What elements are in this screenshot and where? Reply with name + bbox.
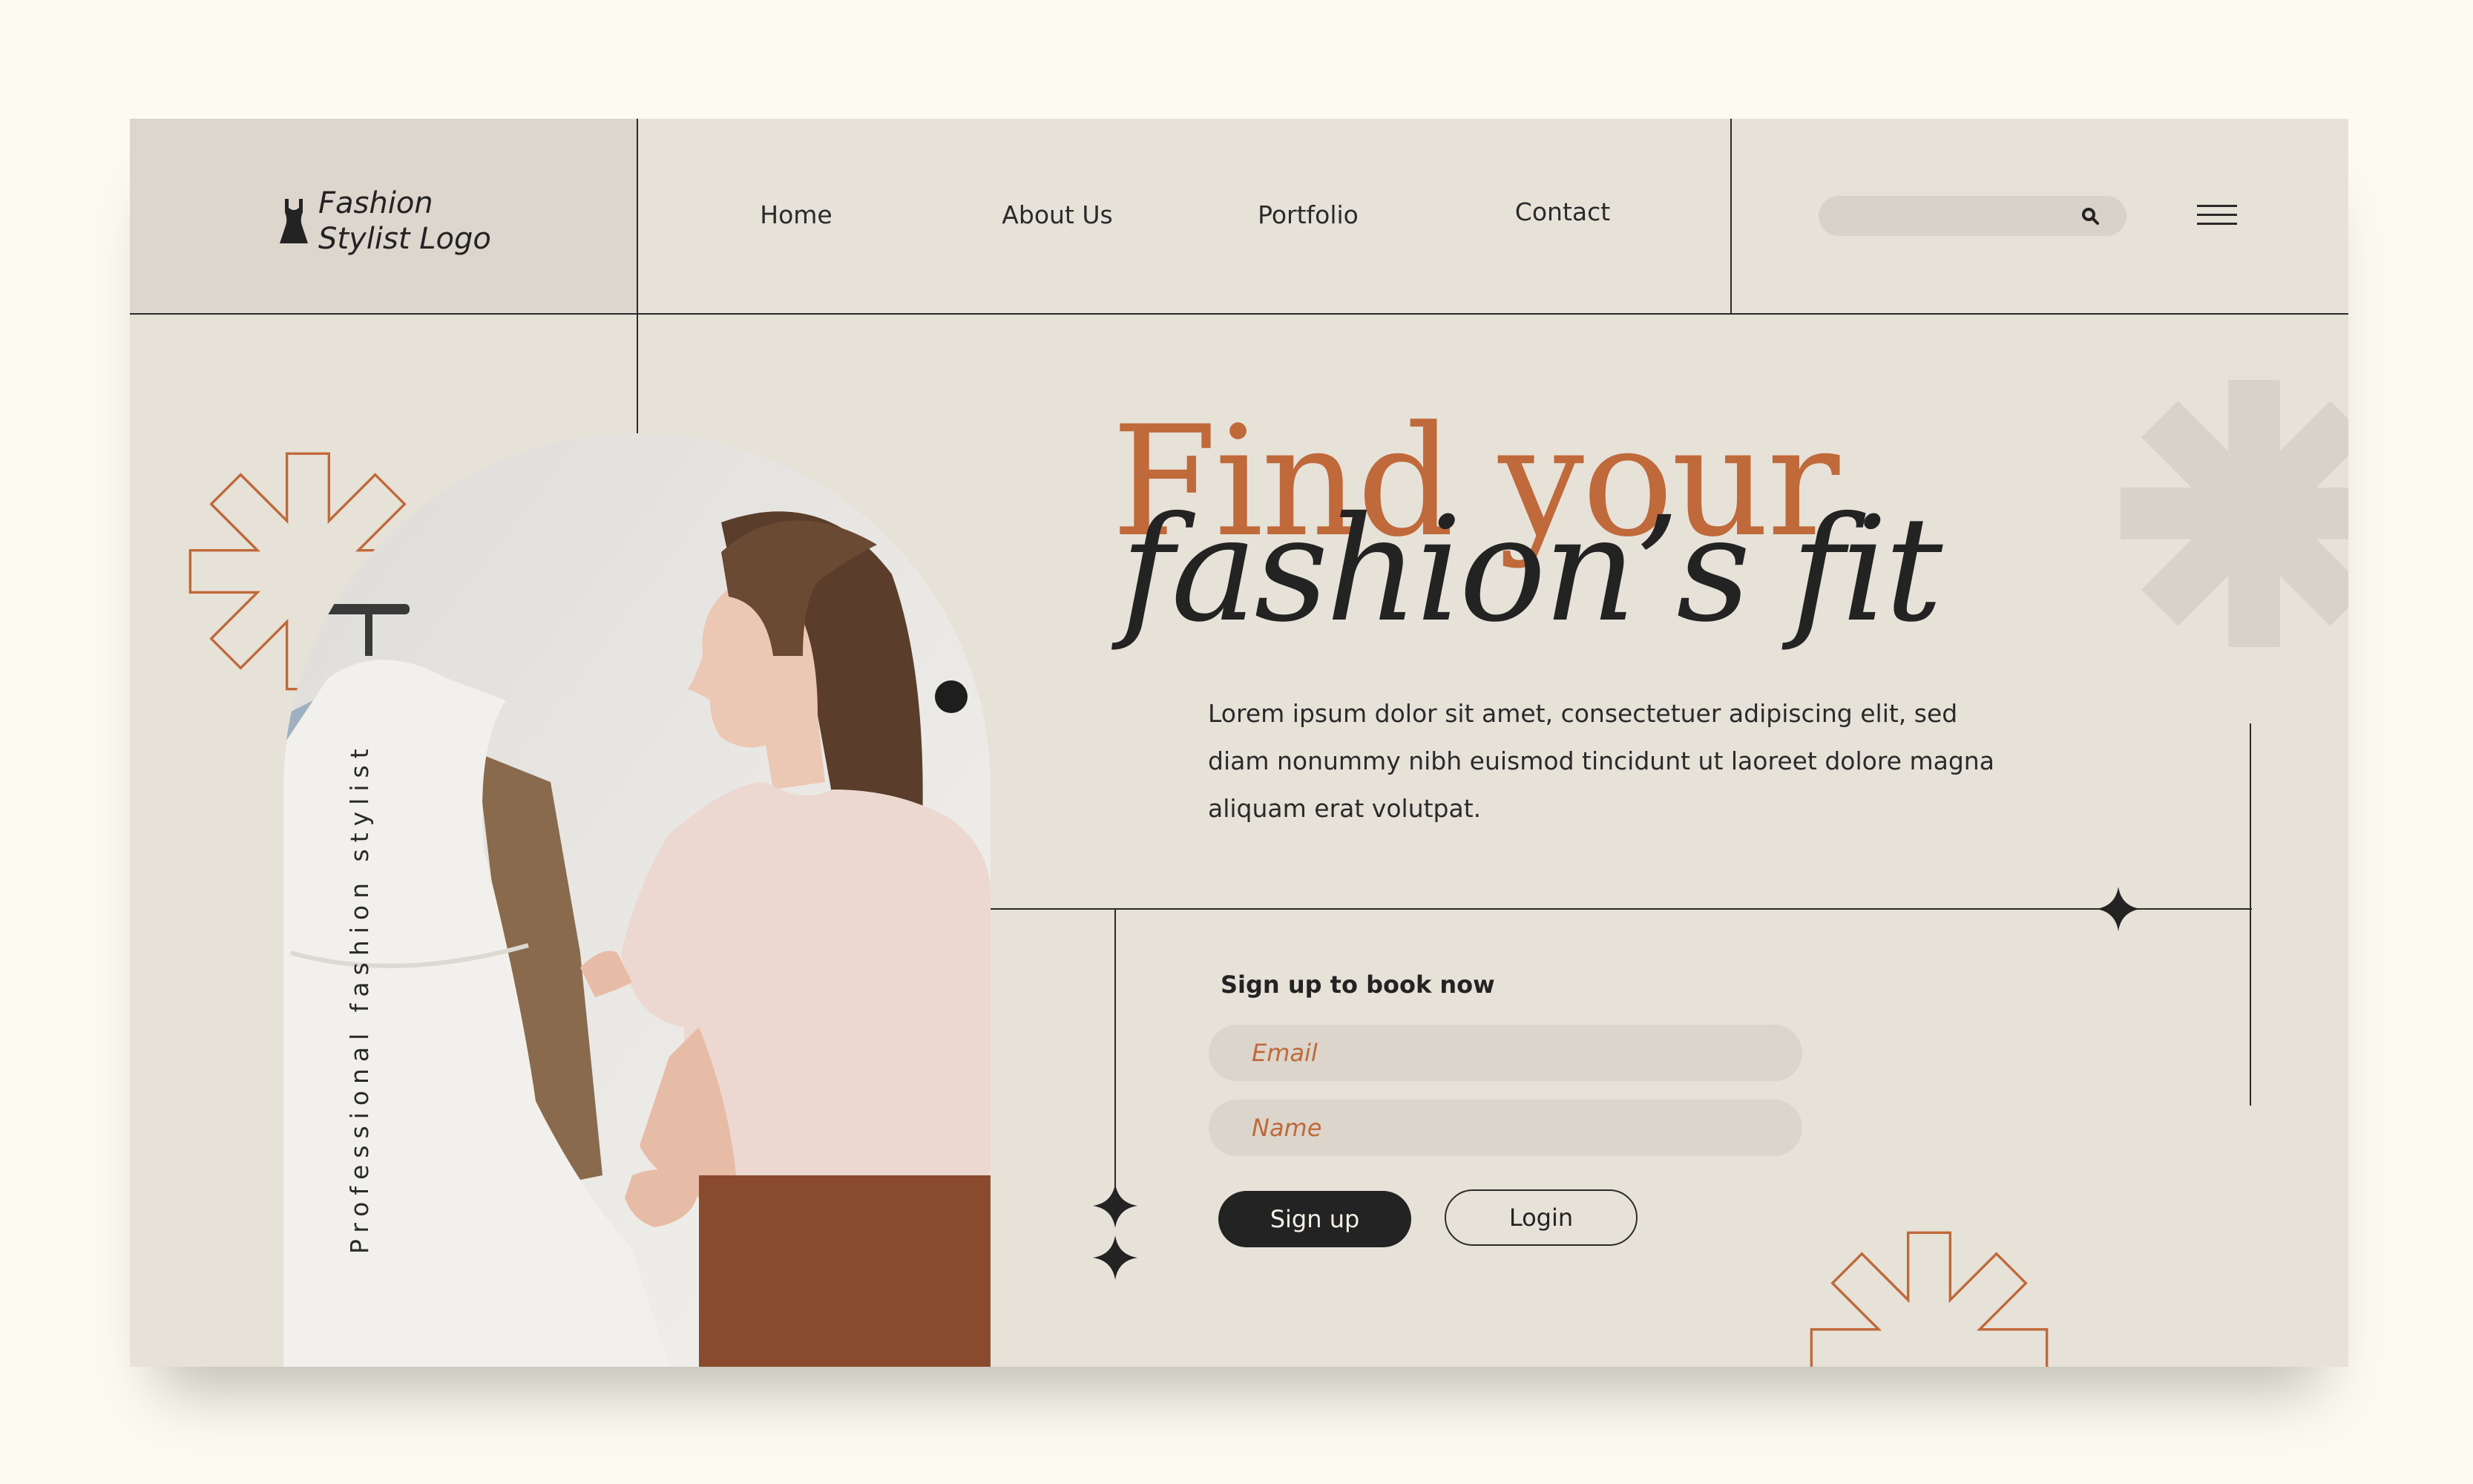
logo-line-1: Fashion (318, 186, 433, 220)
social-divider (2250, 723, 2251, 1106)
header-divider (130, 313, 2348, 315)
nav-about-us[interactable]: About Us (1002, 200, 1112, 229)
form-left-divider (1114, 908, 1116, 1201)
asterisk-decoration (2121, 380, 2348, 647)
logo-divider (637, 119, 638, 433)
hero-photo (283, 433, 991, 1367)
dress-icon (280, 199, 308, 243)
logo-line-2: Stylist Logo (318, 222, 491, 256)
logo[interactable]: Fashion Stylist Logo (278, 186, 491, 257)
nav-home[interactable]: Home (760, 200, 832, 229)
menu-icon[interactable] (2197, 205, 2237, 229)
landing-page-card: Fashion Stylist Logo Home About Us Portf… (130, 119, 2348, 1367)
signup-button[interactable]: Sign up (1218, 1191, 1411, 1247)
hero-title-line-2: fashion’s fit (1120, 485, 1942, 654)
nav-contact[interactable]: Contact (1515, 197, 1610, 226)
name-field[interactable] (1209, 1100, 1802, 1156)
sparkle-icon (1093, 1235, 1137, 1280)
sparkle-icon (1093, 1183, 1137, 1228)
stylist-photo-illustration (283, 433, 991, 1367)
nav-portfolio[interactable]: Portfolio (1258, 200, 1359, 229)
search-bar[interactable] (1819, 196, 2126, 236)
sparkle-icon (2096, 887, 2141, 931)
form-top-divider (991, 908, 2252, 910)
form-title: Sign up to book now (1221, 971, 1495, 999)
logo-cell: Fashion Stylist Logo (130, 119, 637, 313)
search-icon[interactable] (2080, 206, 2100, 226)
nav-divider (1730, 119, 1732, 313)
hero-description: Lorem ipsum dolor sit amet, consectetuer… (1208, 699, 1994, 823)
side-tagline: Professional fashion stylist (345, 742, 374, 1254)
login-button[interactable]: Login (1445, 1189, 1638, 1246)
asterisk-outline-decoration (1810, 1231, 2049, 1367)
email-field[interactable] (1209, 1025, 1802, 1081)
